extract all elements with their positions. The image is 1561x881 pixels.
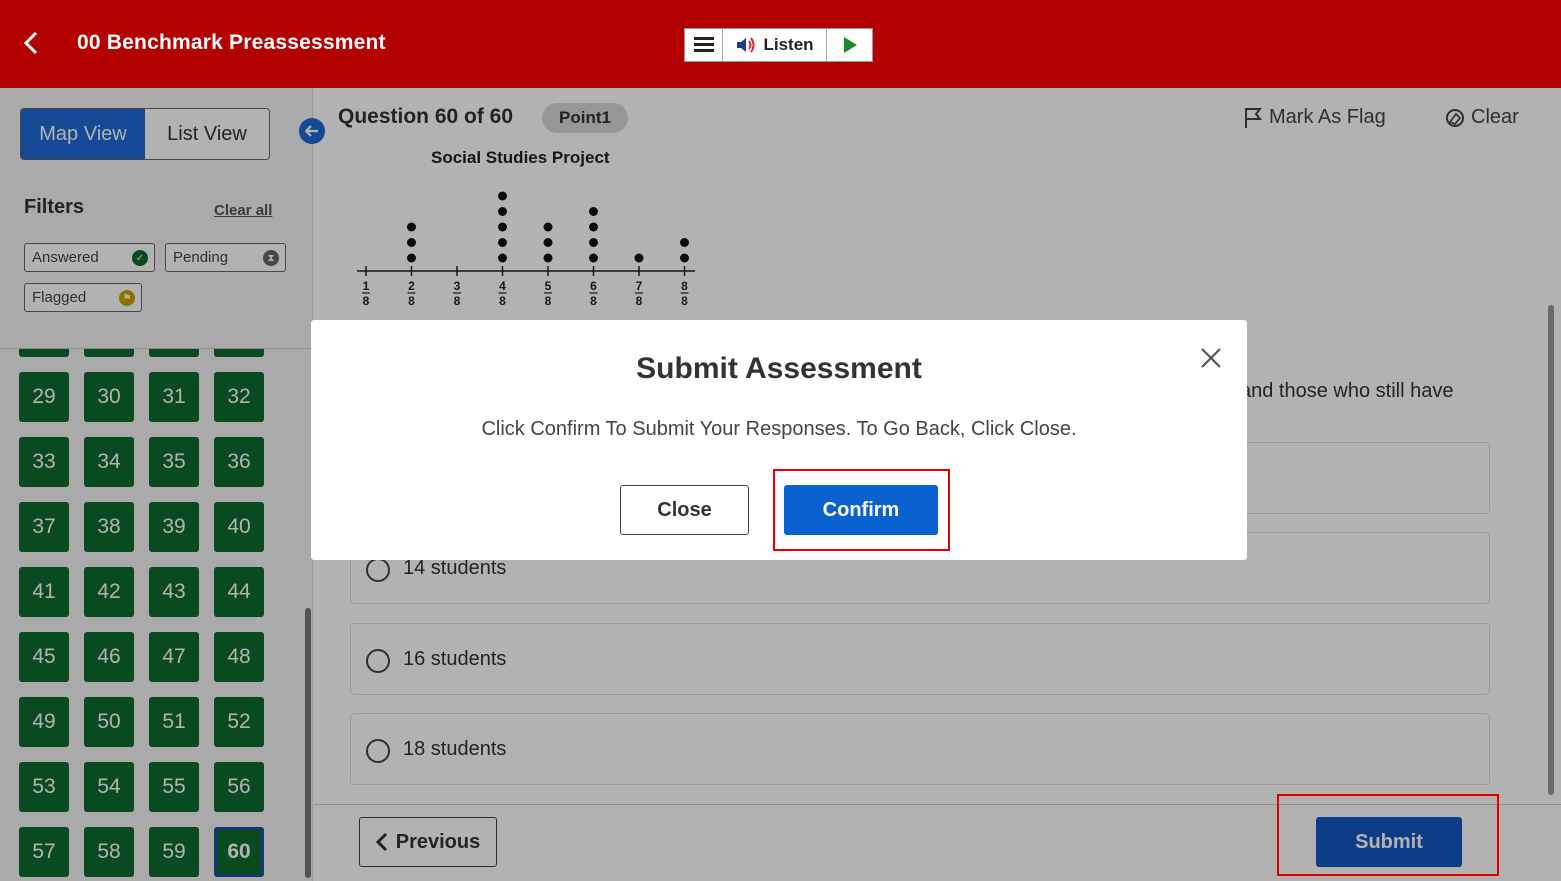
top-header: 00 Benchmark Preassessment Listen <box>0 0 1561 88</box>
menu-icon <box>693 37 714 52</box>
dialog-title: Submit Assessment <box>636 352 922 385</box>
assessment-title: 00 Benchmark Preassessment <box>77 31 386 54</box>
text-to-speech-toolbar: Listen <box>684 28 873 62</box>
dialog-message: Click Confirm To Submit Your Responses. … <box>481 418 1077 440</box>
close-icon <box>1201 348 1221 368</box>
dialog-confirm-button[interactable]: Confirm <box>784 485 938 535</box>
tts-menu-button[interactable] <box>685 29 723 61</box>
listen-button[interactable]: Listen <box>723 29 827 61</box>
chevron-left-icon <box>23 31 38 55</box>
back-button[interactable] <box>16 26 46 60</box>
dialog-cancel-button[interactable]: Close <box>620 485 749 535</box>
app-root: 00 Benchmark Preassessment Listen Map Vi… <box>0 0 1561 881</box>
speaker-icon <box>737 37 755 53</box>
play-button[interactable] <box>827 29 872 61</box>
listen-label: Listen <box>763 35 814 54</box>
dialog-close-button[interactable] <box>1197 344 1225 372</box>
play-icon <box>843 37 857 53</box>
submit-assessment-dialog: Submit Assessment Click Confirm To Submi… <box>311 320 1247 560</box>
